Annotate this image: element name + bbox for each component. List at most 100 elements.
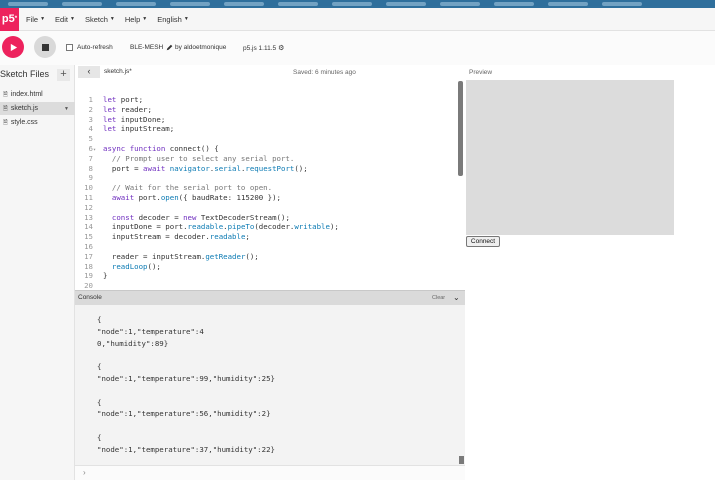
toolbar: Auto-refresh BLE-MESH by aldoetmonique p… [0,31,715,65]
code-line[interactable]: 6▾ async function connect() { [75,144,455,154]
auto-refresh-label: Auto-refresh [77,44,113,51]
console-line: { [97,433,102,442]
bookmark[interactable] [224,2,264,6]
bookmark[interactable] [386,2,426,6]
code-line[interactable]: 19} [75,271,455,281]
bookmark[interactable] [116,2,156,6]
code-line[interactable]: 18 readLoop(); [75,262,455,272]
code-text: inputDone = port.readable.pipeTo(decoder… [103,222,339,232]
code-editor[interactable]: 1 let port; 2 let reader; 3 let inputDone; 4 le… [75,81,465,290]
p5-logo[interactable]: p5 * [0,7,19,31]
code-line[interactable]: 9 [75,173,455,183]
code-line[interactable]: 10 // Wait for the serial port to open. [75,183,455,193]
console-line: "node":1,"temperature":56,"humidity":2} [97,409,271,419]
console-line: 0,"humidity":89} [97,338,169,348]
bookmark[interactable] [8,2,48,6]
code-line[interactable]: 3 let inputDone; [75,115,455,125]
top-nav-bar: p5 * File ▼ Edit ▼ Sketch ▼ Help ▼ English ▼ [0,7,715,31]
menu-sketch[interactable]: Sketch ▼ [85,15,115,24]
menu-file[interactable]: File ▼ [26,15,45,24]
stop-button[interactable] [34,36,56,58]
version-selector[interactable]: p5.js 1.11.5 ⚙ [243,44,284,53]
bookmark[interactable] [602,2,642,6]
editor-tab-name: sketch.js* [104,68,132,75]
code-line[interactable]: 2 let reader; [75,105,455,115]
code-text: reader = inputStream.getReader(); [103,251,259,261]
chevron-down-icon[interactable]: ⌄ [453,293,460,302]
code-line[interactable]: 8 port = await navigator.serial.requestP… [75,164,455,174]
clear-console-button[interactable]: Clear [432,295,445,301]
author-byline[interactable]: by aldoetmonique [175,44,226,51]
file-item-sketch-js[interactable]: 🗎 sketch.js ▼ [0,102,75,115]
main-menu: File ▼ Edit ▼ Sketch ▼ Help ▼ English ▼ [26,15,199,24]
line-number: 3 [88,114,93,124]
bookmark[interactable] [494,2,534,6]
code-text: } [103,271,108,281]
bookmark[interactable] [332,2,372,6]
connect-button[interactable]: Connect [466,236,500,247]
line-number: 15 [84,232,93,242]
code-line[interactable]: 14 inputDone = port.readable.pipeTo(deco… [75,222,455,232]
code-line[interactable]: 17 reader = inputStream.getReader(); [75,252,455,262]
code-line[interactable]: 13 const decoder = new TextDecoderStream… [75,213,455,223]
bookmark[interactable] [62,2,102,6]
file-name: sketch.js [10,105,39,112]
sketch-files-sidebar: Sketch Files + 🗎 index.html 🗎 sketch.js … [0,65,75,480]
code-text: port = await navigator.serial.requestPor… [103,163,308,173]
line-number: 13 [84,212,93,222]
auto-refresh-checkbox[interactable] [66,44,73,51]
chevron-down-icon: ▼ [40,16,46,22]
console-output: { "node":1,"temperature":4 0,"humidity":89… [75,305,465,465]
code-text: let inputStream; [103,124,175,134]
bookmark[interactable] [548,2,588,6]
play-icon [10,43,17,51]
code-text: const decoder = new TextDecoderStream(); [111,212,290,222]
pencil-icon[interactable] [166,44,173,51]
bookmark[interactable] [170,2,210,6]
version-label: p5.js 1.11.5 [243,44,277,52]
menu-edit[interactable]: Edit ▼ [55,15,75,24]
file-name: style.css [10,119,38,126]
code-text: async function connect() { [103,144,219,153]
stop-icon [41,43,49,51]
line-number: 2 [88,104,93,114]
code-line[interactable]: 15 inputStream = decoder.readable; [75,232,455,242]
code-line[interactable]: 20 [75,281,455,290]
console-prompt: › [83,468,86,477]
console-input[interactable]: › [75,465,465,480]
console-line: { [97,315,102,324]
file-item-style-css[interactable]: 🗎 style.css [0,116,75,129]
menu-language[interactable]: English ▼ [157,15,189,24]
preview-canvas[interactable] [466,80,674,235]
editor-scrollbar[interactable] [458,81,463,176]
console-line: "node":1,"temperature":4 [97,326,204,336]
console-line: "node":1,"temperature":37,"humidity":22} [97,444,275,454]
code-text: let port; [103,95,144,104]
console-line: "node":1,"temperature":99,"humidity":25} [97,374,275,383]
auto-refresh-toggle[interactable]: Auto-refresh [66,44,113,51]
collapse-sidebar-button[interactable]: ‹ [78,66,100,78]
code-line[interactable]: 7 // Prompt user to select any serial po… [75,154,455,164]
chevron-down-icon[interactable]: ▼ [64,106,69,112]
console-line: { [97,362,102,372]
add-file-button[interactable]: + [57,69,70,81]
code-line[interactable]: 11 await port.open({ baudRate: 115200 })… [75,193,455,203]
chevron-down-icon: ▼ [142,16,148,22]
play-button[interactable] [2,36,24,58]
code-line[interactable]: 1 let port; [75,95,455,105]
menu-help[interactable]: Help ▼ [125,15,147,24]
bookmark[interactable] [278,2,318,6]
line-number: 7 [88,153,93,163]
project-name[interactable]: BLE-MESH [130,44,173,51]
saved-status: Saved: 6 minutes ago [293,69,356,76]
code-line[interactable]: 12 [75,203,455,213]
code-line[interactable]: 5 [75,134,455,144]
file-item-index-html[interactable]: 🗎 index.html [0,88,75,101]
line-number: 12 [84,202,93,212]
code-line[interactable]: 16 [75,242,455,252]
code-line[interactable]: 4 let inputStream; [75,124,455,134]
bookmark[interactable] [440,2,480,6]
line-number: 5 [88,134,93,144]
console-scrollbar[interactable] [459,456,464,464]
console-line: { [97,397,102,407]
